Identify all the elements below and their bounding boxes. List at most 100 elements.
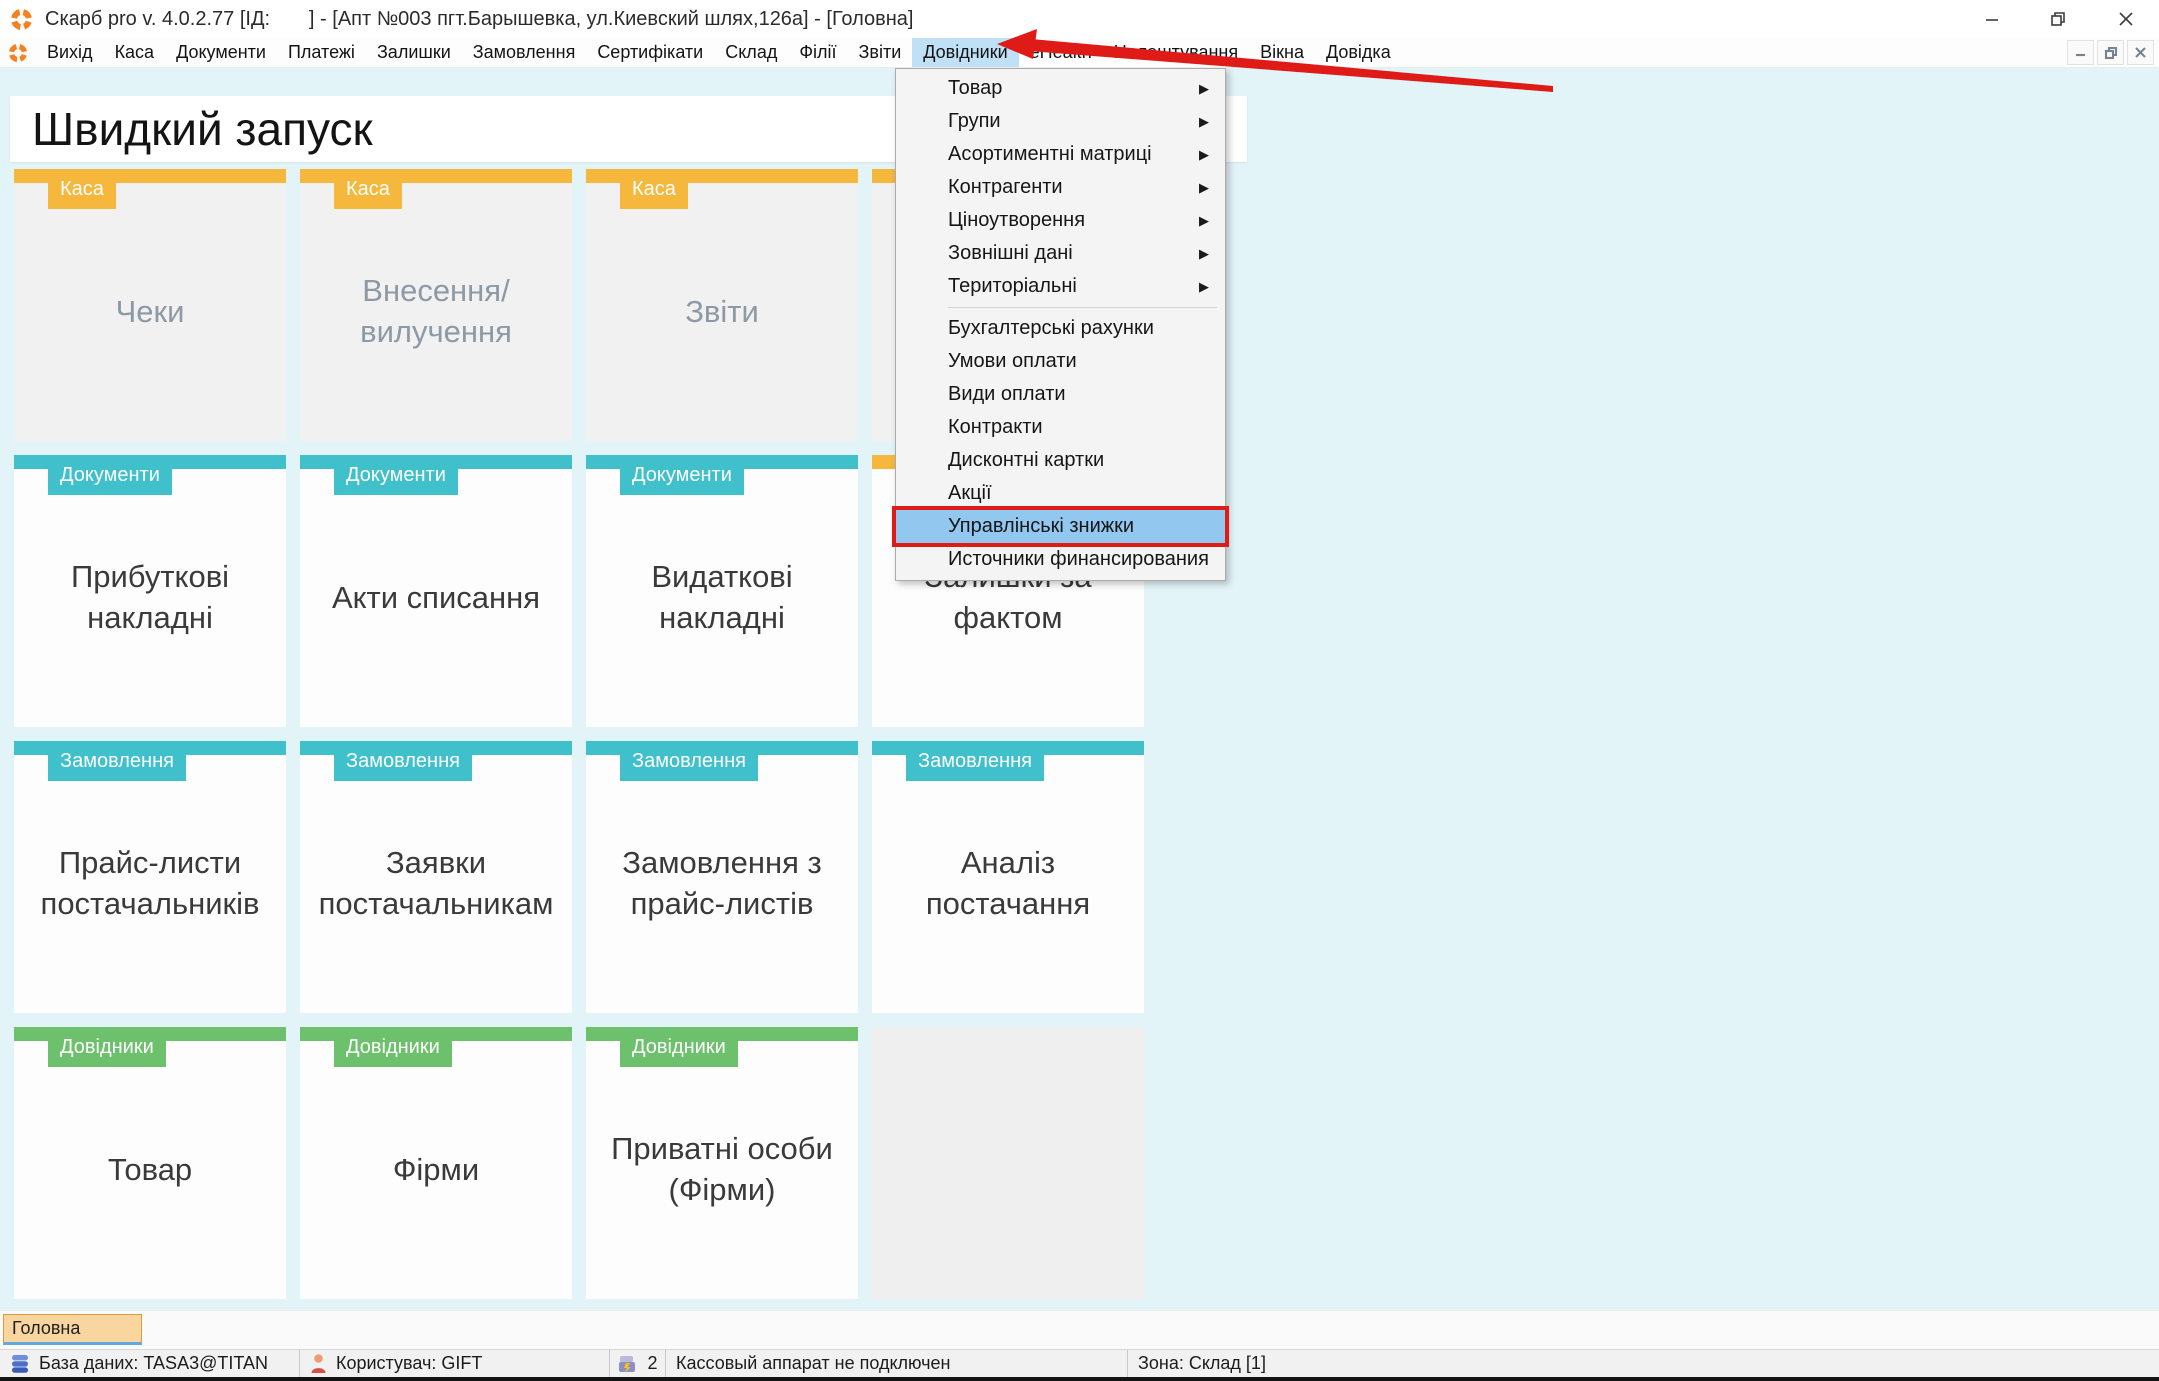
dropdown-menu-item[interactable]: Товар ▶	[896, 72, 1225, 105]
menubar-item-filii[interactable]: Філії	[788, 38, 847, 67]
tile-label: Звіти	[685, 293, 759, 329]
dropdown-menu-item[interactable]: Источники финансирования	[896, 543, 1225, 576]
menubar-item-zalyshky[interactable]: Залишки	[366, 38, 462, 67]
mdi-minimize-icon	[2076, 53, 2085, 57]
tile-tovar[interactable]: Довідники Товар	[14, 1027, 286, 1299]
tile-category-tag: Замовлення	[620, 741, 758, 781]
dropdown-menu-item[interactable]: Територіальні ▶	[896, 270, 1225, 303]
menubar-item-ehealth[interactable]: eHealth	[1019, 38, 1103, 67]
dropdown-menu-item[interactable]: Умови оплати	[896, 345, 1225, 378]
tile-pryvatni-osoby[interactable]: Довідники Приватні особи (Фірми)	[586, 1027, 858, 1299]
submenu-arrow-icon: ▶	[1199, 113, 1209, 129]
menubar-item-zvity[interactable]: Звіти	[848, 38, 913, 67]
dropdown-item-label: Акції	[948, 482, 992, 504]
tile-label: Чеки	[115, 293, 185, 329]
tile-prybutkovi-nakladni[interactable]: Документи Прибуткові накладні	[14, 455, 286, 727]
dropdown-menu-item[interactable]: Бухгалтерські рахунки	[896, 312, 1225, 345]
dropdown-item-label: Дисконтні картки	[948, 449, 1105, 471]
menubar-item-vikna[interactable]: Вікна	[1249, 38, 1315, 67]
mdi-minimize-button[interactable]	[2067, 40, 2094, 65]
status-user-section: Користувач: GIFT	[300, 1350, 610, 1377]
menubar-item-sertyfikaty[interactable]: Сертифікати	[586, 38, 714, 67]
dropdown-item-label: Контрагенти	[948, 176, 1063, 198]
tile-category-tag: Документи	[334, 455, 458, 495]
dropdown-menu-item[interactable]: Контракти	[896, 411, 1225, 444]
window-bottom-edge	[0, 1377, 2159, 1381]
tile-empty-slot	[872, 1027, 1144, 1299]
tile-cheky[interactable]: Каса Чеки	[14, 169, 286, 441]
dropdown-item-label: Територіальні	[948, 275, 1077, 297]
mdi-restore-button[interactable]	[2097, 40, 2124, 65]
tile-category-tag: Документи	[620, 455, 744, 495]
mdi-child-logo-icon	[8, 43, 28, 63]
dropdown-item-label: Бухгалтерські рахунки	[948, 317, 1154, 339]
status-database-section: База даних: TASA3@TITAN	[0, 1350, 300, 1377]
menubar-item-sklad[interactable]: Склад	[714, 38, 788, 67]
tile-zaiavky-postachalnykam[interactable]: Замовлення Заявки постачальникам	[300, 741, 572, 1013]
menu-bar: Вихід Каса Документи Платежі Залишки Зам…	[0, 38, 2159, 68]
tile-label: Прайс-листи постачальників	[40, 845, 260, 921]
menubar-item-dovidka[interactable]: Довідка	[1315, 38, 1402, 67]
menubar-item-platezhi[interactable]: Платежі	[277, 38, 366, 67]
submenu-arrow-icon: ▶	[1199, 179, 1209, 195]
dropdown-item-label: Групи	[948, 110, 1001, 132]
submenu-arrow-icon: ▶	[1199, 80, 1209, 96]
menubar-item-vyhid[interactable]: Вихід	[36, 38, 104, 67]
user-icon	[311, 1354, 326, 1373]
app-logo-icon	[10, 8, 33, 31]
tile-prais-lysty-postachalnykiv[interactable]: Замовлення Прайс-листи постачальників	[14, 741, 286, 1013]
tile-label: Товар	[107, 1151, 193, 1187]
menubar-item-zamovlennia[interactable]: Замовлення	[462, 38, 587, 67]
dropdown-menu-item[interactable]: Ціноутворення ▶	[896, 204, 1225, 237]
tile-vydatkovi-nakladni[interactable]: Документи Видаткові накладні	[586, 455, 858, 727]
menubar-item-dokumenty[interactable]: Документи	[165, 38, 277, 67]
minimize-button[interactable]	[1958, 0, 2025, 38]
dropdown-menu-item[interactable]: Контрагенти ▶	[896, 171, 1225, 204]
status-zone-section: Зона: Склад [1]	[1128, 1350, 2159, 1377]
tile-category-tag: Каса	[620, 169, 688, 209]
close-icon	[2118, 12, 2133, 26]
dropdown-item-upravlinski-znyzhky[interactable]: Управлінські знижки	[896, 510, 1225, 543]
mdi-restore-icon	[2104, 46, 2117, 59]
tile-vnesennia-vyluchennia[interactable]: Каса Внесення/вилучення	[300, 169, 572, 441]
restore-button[interactable]	[2025, 0, 2092, 38]
dropdown-menu-item[interactable]: Асортиментні матриці ▶	[896, 138, 1225, 171]
tile-category-tag: Каса	[48, 169, 116, 209]
window-controls	[1958, 0, 2159, 38]
menubar-item-dovidnyky[interactable]: Довідники	[912, 38, 1019, 67]
status-bar: База даних: TASA3@TITAN Користувач: GIFT…	[0, 1349, 2159, 1377]
menubar-item-nalashtuvannia[interactable]: Налаштування	[1103, 38, 1249, 67]
zone-label: Зона: Склад [1]	[1138, 1353, 1266, 1373]
tile-label: Прибуткові накладні	[70, 559, 230, 635]
submenu-arrow-icon: ▶	[1199, 146, 1209, 162]
tile-firmy[interactable]: Довідники Фірми	[300, 1027, 572, 1299]
dropdown-menu-item[interactable]: Акції	[896, 477, 1225, 510]
dropdown-item-label: Види оплати	[948, 383, 1066, 405]
tile-category-tag: Довідники	[620, 1027, 738, 1067]
mdi-close-icon	[2135, 47, 2146, 58]
submenu-arrow-icon: ▶	[1199, 245, 1209, 261]
tile-label: Заявки постачальникам	[318, 845, 554, 921]
tile-category-tag: Документи	[48, 455, 172, 495]
tab-holovna[interactable]: Головна	[3, 1314, 142, 1345]
tile-zamovlennia-z-prais-lystiv[interactable]: Замовлення Замовлення з прайс-листів	[586, 741, 858, 1013]
minimize-icon	[1985, 19, 1998, 21]
submenu-arrow-icon: ▶	[1199, 212, 1209, 228]
dropdown-menu-item[interactable]: Зовнішні дані ▶	[896, 237, 1225, 270]
tile-analiz-postachannia[interactable]: Замовлення Аналіз постачання	[872, 741, 1144, 1013]
dropdown-menu-item[interactable]: Групи ▶	[896, 105, 1225, 138]
close-button[interactable]	[2092, 0, 2159, 38]
status-session-section: 2	[610, 1350, 666, 1377]
client-area: Швидкий запуск Каса Чеки Каса Внесення/в…	[0, 68, 2159, 1310]
tile-label: Акти списання	[331, 579, 541, 615]
dropdown-item-label: Источники финансирования	[948, 548, 1209, 570]
mdi-close-button[interactable]	[2127, 40, 2154, 65]
tile-zvity[interactable]: Каса Звіти	[586, 169, 858, 441]
dropdown-menu-item[interactable]: Дисконтні картки	[896, 444, 1225, 477]
dropdown-menu-item[interactable]: Види оплати	[896, 378, 1225, 411]
tile-label: Замовлення з прайс-листів	[622, 845, 822, 921]
tile-category-tag: Замовлення	[906, 741, 1044, 781]
mdi-window-controls	[2067, 40, 2154, 65]
menubar-item-kasa[interactable]: Каса	[104, 38, 166, 67]
tile-akty-spysannia[interactable]: Документи Акти списання	[300, 455, 572, 727]
